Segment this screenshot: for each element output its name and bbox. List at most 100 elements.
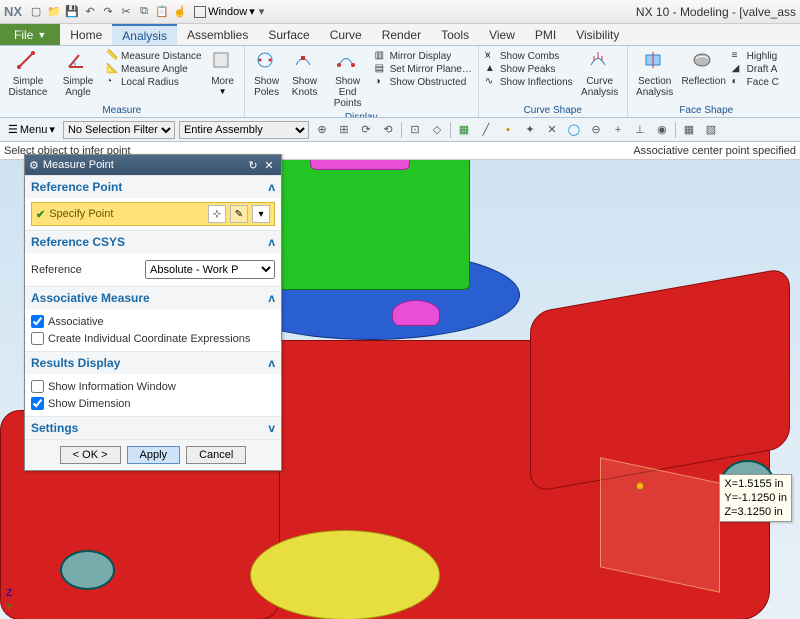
apply-button[interactable]: Apply	[127, 446, 181, 464]
snap-int-icon[interactable]: ✕	[543, 121, 561, 139]
save-icon[interactable]: 💾	[64, 4, 80, 20]
dialog-titlebar[interactable]: ⚙ Measure Point ↻ ✕	[25, 155, 281, 175]
section-settings[interactable]: Settings v	[25, 416, 281, 439]
snap-icon-1[interactable]: ⊕	[313, 121, 331, 139]
peaks-icon: ▲	[485, 63, 497, 75]
snap-tan-icon[interactable]: ⊖	[587, 121, 605, 139]
file-menu[interactable]: File▼	[0, 24, 60, 45]
snap-perp-icon[interactable]: ⊥	[631, 121, 649, 139]
draft-analysis-button[interactable]: ◢Draft A	[732, 63, 779, 75]
point-dropdown-button[interactable]: ▾	[252, 205, 270, 223]
create-individual-checkbox[interactable]	[31, 332, 44, 345]
undo-icon[interactable]: ↶	[82, 4, 98, 20]
ribbon-group-face-shape: Section Analysis Reflection ≡Highlig ◢Dr…	[628, 46, 785, 117]
measure-distance-button[interactable]: 📏Measure Distance	[106, 50, 202, 62]
face-curv-icon: ◐	[732, 76, 744, 88]
gear-icon[interactable]: ⚙	[29, 159, 39, 172]
show-combs-button[interactable]: ⩙Show Combs	[485, 50, 573, 62]
simple-angle-button[interactable]: Simple Angle	[54, 48, 102, 104]
cut-icon[interactable]: ✂	[118, 4, 134, 20]
associative-checkbox[interactable]	[31, 315, 44, 328]
point-inferred-button[interactable]: ⊹	[208, 205, 226, 223]
check-icon: ✔	[36, 208, 45, 221]
touch-icon[interactable]: ☝	[172, 4, 188, 20]
dialog-reset-icon[interactable]: ↻	[245, 159, 261, 172]
section-reference-point[interactable]: Reference Point ʌ	[25, 175, 281, 198]
snap-quad-icon[interactable]: +	[609, 121, 627, 139]
window-switch-button[interactable]: Window ▾	[194, 5, 255, 18]
snap-arc-icon[interactable]: ◯	[565, 121, 583, 139]
cancel-button[interactable]: Cancel	[186, 446, 246, 464]
qat-overflow-icon[interactable]: ▾	[259, 5, 265, 18]
plane-icon: ▤	[375, 63, 387, 75]
show-dimension-checkbox-row[interactable]: Show Dimension	[31, 395, 275, 412]
more-icon	[211, 50, 235, 74]
menu-button[interactable]: ☰ Menu ▾	[4, 122, 59, 137]
tab-tools[interactable]: Tools	[431, 24, 479, 45]
set-mirror-plane-button[interactable]: ▤Set Mirror Plane…	[375, 63, 472, 75]
snap-icon-6[interactable]: ◇	[428, 121, 446, 139]
measure-angle-button[interactable]: 📐Measure Angle	[106, 63, 202, 75]
dialog-close-icon[interactable]: ✕	[261, 159, 277, 172]
snap-icon-3[interactable]: ⟳	[357, 121, 375, 139]
local-radius-button[interactable]: ◔Local Radius	[106, 76, 202, 88]
show-info-checkbox[interactable]	[31, 380, 44, 393]
show-poles-button[interactable]: Show Poles	[249, 48, 285, 111]
selection-scope-dropdown[interactable]: Entire Assembly	[179, 121, 309, 139]
selection-filter-dropdown[interactable]: No Selection Filter	[63, 121, 175, 139]
face-curvature-button[interactable]: ◐Face C	[732, 76, 779, 88]
show-obstructed-button[interactable]: ◑Show Obstructed	[375, 76, 472, 88]
associative-checkbox-row[interactable]: Associative	[31, 313, 275, 330]
tab-visibility[interactable]: Visibility	[566, 24, 629, 45]
view-icon-2[interactable]: ▧	[702, 121, 720, 139]
snap-icon-5[interactable]: ⊡	[406, 121, 424, 139]
curve-analysis-button[interactable]: Curve Analysis	[577, 48, 623, 104]
specify-point-row[interactable]: ✔ Specify Point ⊹ ✎ ▾	[31, 202, 275, 226]
point-dialog-button[interactable]: ✎	[230, 205, 248, 223]
tab-render[interactable]: Render	[372, 24, 431, 45]
copy-icon[interactable]: ⧉	[136, 4, 152, 20]
highlight-lines-button[interactable]: ≡Highlig	[732, 50, 779, 62]
ribbon-group-measure: Simple Distance Simple Angle 📏Measure Di…	[0, 46, 245, 117]
section-analysis-button[interactable]: Section Analysis	[632, 48, 678, 104]
section-reference-csys[interactable]: Reference CSYS ʌ	[25, 230, 281, 253]
open-icon[interactable]: 📁	[46, 4, 62, 20]
simple-distance-button[interactable]: Simple Distance	[4, 48, 52, 104]
create-individual-checkbox-row[interactable]: Create Individual Coordinate Expressions	[31, 330, 275, 347]
reflection-button[interactable]: Reflection	[680, 48, 728, 104]
window-label: Window	[208, 6, 247, 18]
paste-icon[interactable]: 📋	[154, 4, 170, 20]
app-logo: NX	[4, 4, 22, 19]
show-dimension-checkbox[interactable]	[31, 397, 44, 410]
show-inflections-button[interactable]: ∿Show Inflections	[485, 76, 573, 88]
tab-surface[interactable]: Surface	[258, 24, 319, 45]
snap-mid-icon[interactable]: ╱	[477, 121, 495, 139]
tab-assemblies[interactable]: Assemblies	[177, 24, 258, 45]
snap-icon-2[interactable]: ⊞	[335, 121, 353, 139]
reference-csys-dropdown[interactable]: Absolute - Work P	[145, 260, 275, 279]
ok-button[interactable]: < OK >	[60, 446, 121, 464]
ribbon-group-curve-shape: ⩙Show Combs ▲Show Peaks ∿Show Inflection…	[479, 46, 628, 117]
tab-pmi[interactable]: PMI	[525, 24, 566, 45]
tab-analysis[interactable]: Analysis	[112, 24, 177, 45]
show-peaks-button[interactable]: ▲Show Peaks	[485, 63, 573, 75]
tab-curve[interactable]: Curve	[320, 24, 372, 45]
new-icon[interactable]: ▢	[28, 4, 44, 20]
section-associative-measure[interactable]: Associative Measure ʌ	[25, 286, 281, 309]
show-info-checkbox-row[interactable]: Show Information Window	[31, 378, 275, 395]
snap-ctrl-icon[interactable]: ✦	[521, 121, 539, 139]
section-results-display[interactable]: Results Display ʌ	[25, 351, 281, 374]
snap-point-icon[interactable]: ▦	[455, 121, 473, 139]
show-end-points-button[interactable]: Show End Points	[325, 48, 371, 111]
tab-home[interactable]: Home	[60, 24, 112, 45]
view-icon-1[interactable]: ▦	[680, 121, 698, 139]
show-knots-button[interactable]: Show Knots	[287, 48, 323, 111]
tab-view[interactable]: View	[479, 24, 525, 45]
mirror-display-button[interactable]: ▥Mirror Display	[375, 50, 472, 62]
redo-icon[interactable]: ↷	[100, 4, 116, 20]
snap-end-icon[interactable]: •	[499, 121, 517, 139]
snap-icon-4[interactable]: ⟲	[379, 121, 397, 139]
measure-more-button[interactable]: More ▼	[206, 48, 240, 104]
snap-exist-icon[interactable]: ◉	[653, 121, 671, 139]
ribbon-tabs: File▼ Home Analysis Assemblies Surface C…	[0, 24, 800, 46]
